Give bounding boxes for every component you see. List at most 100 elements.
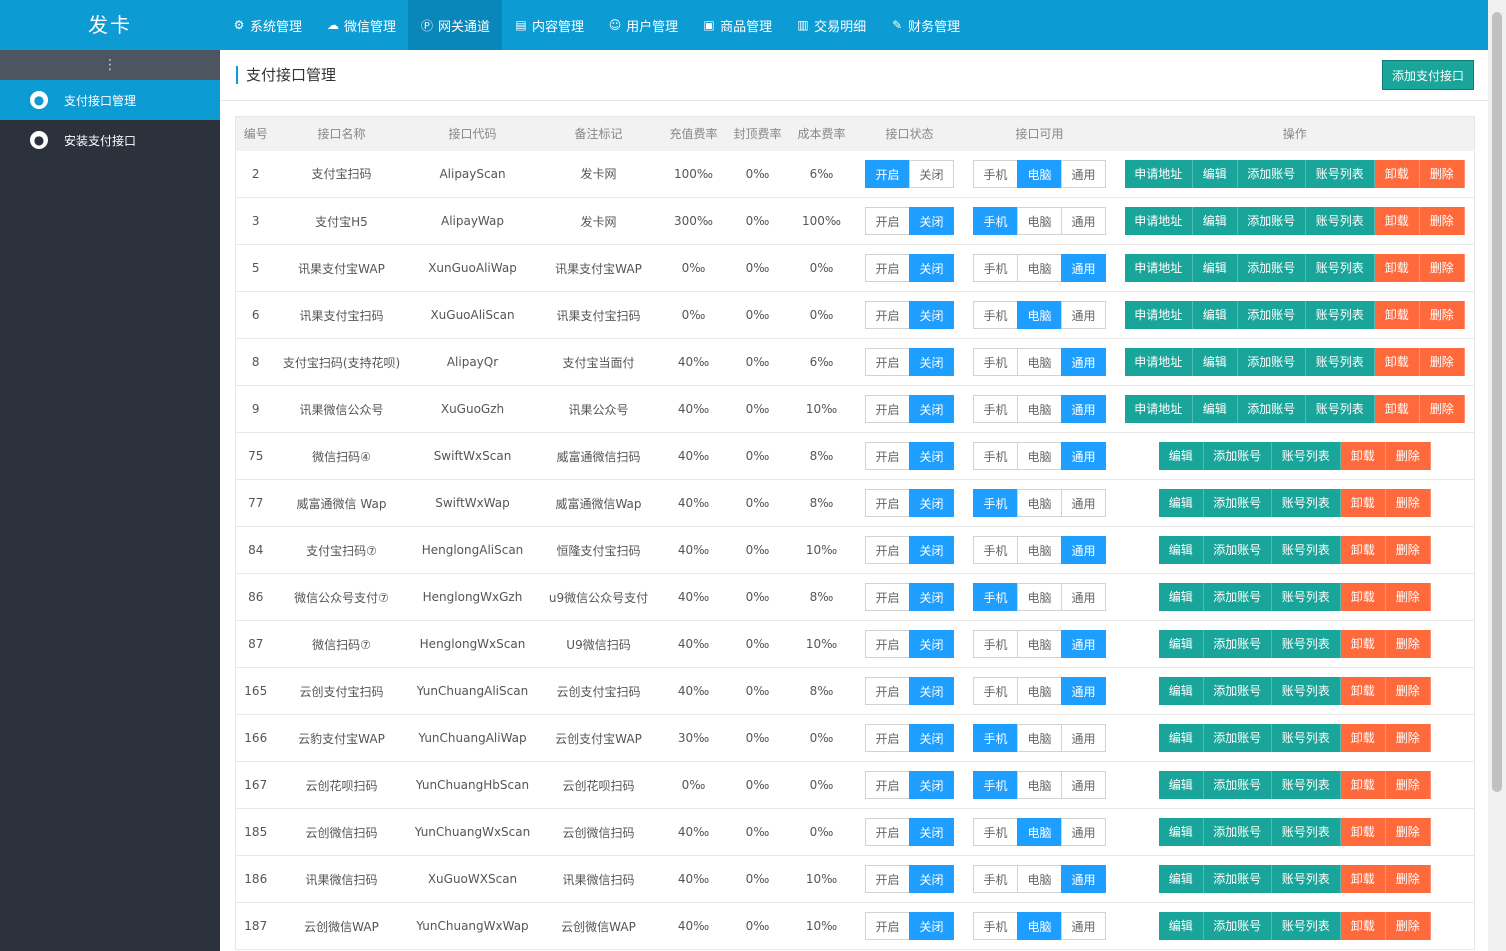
delete-button[interactable]: 删除 [1419,301,1465,329]
status-close-button[interactable]: 关闭 [909,771,954,799]
usage-pc-button[interactable]: 电脑 [1017,207,1062,235]
uninstall-button[interactable]: 卸载 [1374,348,1420,376]
usage-all-button[interactable]: 通用 [1061,724,1106,752]
account-list-button[interactable]: 账号列表 [1305,301,1375,329]
edit-button[interactable]: 编辑 [1158,630,1204,658]
usage-all-button[interactable]: 通用 [1061,536,1106,564]
usage-pc-button[interactable]: 电脑 [1017,442,1062,470]
status-close-button[interactable]: 关闭 [909,301,954,329]
usage-pc-button[interactable]: 电脑 [1017,912,1062,940]
usage-mobile-button[interactable]: 手机 [973,912,1018,940]
usage-mobile-button[interactable]: 手机 [973,207,1018,235]
add-account-button[interactable]: 添加账号 [1203,912,1272,940]
usage-mobile-button[interactable]: 手机 [973,771,1018,799]
add-account-button[interactable]: 添加账号 [1237,348,1306,376]
uninstall-button[interactable]: 卸载 [1340,912,1386,940]
usage-mobile-button[interactable]: 手机 [973,583,1018,611]
delete-button[interactable]: 删除 [1419,207,1465,235]
usage-all-button[interactable]: 通用 [1061,912,1106,940]
usage-all-button[interactable]: 通用 [1061,865,1106,893]
account-list-button[interactable]: 账号列表 [1271,865,1341,893]
edit-button[interactable]: 编辑 [1158,677,1204,705]
add-account-button[interactable]: 添加账号 [1203,724,1272,752]
usage-pc-button[interactable]: 电脑 [1017,724,1062,752]
delete-button[interactable]: 删除 [1385,677,1431,705]
status-open-button[interactable]: 开启 [865,630,910,658]
usage-pc-button[interactable]: 电脑 [1017,159,1062,188]
account-list-button[interactable]: 账号列表 [1271,771,1341,799]
account-list-button[interactable]: 账号列表 [1271,630,1341,658]
uninstall-button[interactable]: 卸载 [1340,724,1386,752]
uninstall-button[interactable]: 卸载 [1374,254,1420,282]
apply-address-button[interactable]: 申请地址 [1124,395,1193,423]
uninstall-button[interactable]: 卸载 [1374,301,1420,329]
status-open-button[interactable]: 开启 [865,254,910,282]
status-close-button[interactable]: 关闭 [909,348,954,376]
uninstall-button[interactable]: 卸载 [1340,818,1386,846]
add-account-button[interactable]: 添加账号 [1237,301,1306,329]
usage-pc-button[interactable]: 电脑 [1017,395,1062,423]
uninstall-button[interactable]: 卸载 [1374,207,1420,235]
usage-pc-button[interactable]: 电脑 [1017,536,1062,564]
account-list-button[interactable]: 账号列表 [1271,489,1341,517]
usage-mobile-button[interactable]: 手机 [973,724,1018,752]
status-open-button[interactable]: 开启 [865,348,910,376]
status-close-button[interactable]: 关闭 [909,630,954,658]
usage-mobile-button[interactable]: 手机 [973,818,1018,846]
nav-item-users[interactable]: ☺ 用户管理 [596,0,690,50]
usage-all-button[interactable]: 通用 [1061,442,1106,470]
uninstall-button[interactable]: 卸载 [1340,677,1386,705]
delete-button[interactable]: 删除 [1419,395,1465,423]
delete-button[interactable]: 删除 [1419,348,1465,376]
status-close-button[interactable]: 关闭 [909,207,954,235]
account-list-button[interactable]: 账号列表 [1305,159,1375,188]
add-account-button[interactable]: 添加账号 [1237,207,1306,235]
uninstall-button[interactable]: 卸载 [1374,159,1420,188]
usage-pc-button[interactable]: 电脑 [1017,677,1062,705]
usage-pc-button[interactable]: 电脑 [1017,818,1062,846]
status-open-button[interactable]: 开启 [865,395,910,423]
edit-button[interactable]: 编辑 [1158,489,1204,517]
status-close-button[interactable]: 关闭 [909,677,954,705]
usage-all-button[interactable]: 通用 [1061,771,1106,799]
account-list-button[interactable]: 账号列表 [1271,583,1341,611]
edit-button[interactable]: 编辑 [1158,912,1204,940]
status-open-button[interactable]: 开启 [865,771,910,799]
account-list-button[interactable]: 账号列表 [1271,442,1341,470]
usage-all-button[interactable]: 通用 [1061,254,1106,282]
usage-all-button[interactable]: 通用 [1061,395,1106,423]
add-account-button[interactable]: 添加账号 [1203,771,1272,799]
uninstall-button[interactable]: 卸载 [1340,442,1386,470]
status-close-button[interactable]: 关闭 [909,395,954,423]
edit-button[interactable]: 编辑 [1192,301,1238,329]
account-list-button[interactable]: 账号列表 [1271,724,1341,752]
add-account-button[interactable]: 添加账号 [1203,677,1272,705]
delete-button[interactable]: 删除 [1385,818,1431,846]
usage-mobile-button[interactable]: 手机 [973,395,1018,423]
usage-pc-button[interactable]: 电脑 [1017,630,1062,658]
usage-mobile-button[interactable]: 手机 [973,536,1018,564]
usage-all-button[interactable]: 通用 [1061,630,1106,658]
usage-all-button[interactable]: 通用 [1061,583,1106,611]
account-list-button[interactable]: 账号列表 [1305,348,1375,376]
uninstall-button[interactable]: 卸载 [1340,771,1386,799]
add-account-button[interactable]: 添加账号 [1203,536,1272,564]
usage-mobile-button[interactable]: 手机 [973,254,1018,282]
edit-button[interactable]: 编辑 [1192,207,1238,235]
uninstall-button[interactable]: 卸载 [1340,865,1386,893]
delete-button[interactable]: 删除 [1385,865,1431,893]
usage-mobile-button[interactable]: 手机 [973,348,1018,376]
edit-button[interactable]: 编辑 [1158,771,1204,799]
status-open-button[interactable]: 开启 [865,536,910,564]
sidebar-item-install-payment-interface[interactable]: ● 安装支付接口 [0,120,220,160]
edit-button[interactable]: 编辑 [1192,395,1238,423]
usage-all-button[interactable]: 通用 [1061,348,1106,376]
uninstall-button[interactable]: 卸载 [1340,536,1386,564]
usage-all-button[interactable]: 通用 [1061,677,1106,705]
add-account-button[interactable]: 添加账号 [1203,583,1272,611]
delete-button[interactable]: 删除 [1419,159,1465,188]
nav-item-payment[interactable]: Ⓟ 网关通道 [408,0,503,50]
account-list-button[interactable]: 账号列表 [1305,395,1375,423]
edit-button[interactable]: 编辑 [1158,536,1204,564]
nav-item-bag[interactable]: ▣ 商品管理 [690,0,784,50]
